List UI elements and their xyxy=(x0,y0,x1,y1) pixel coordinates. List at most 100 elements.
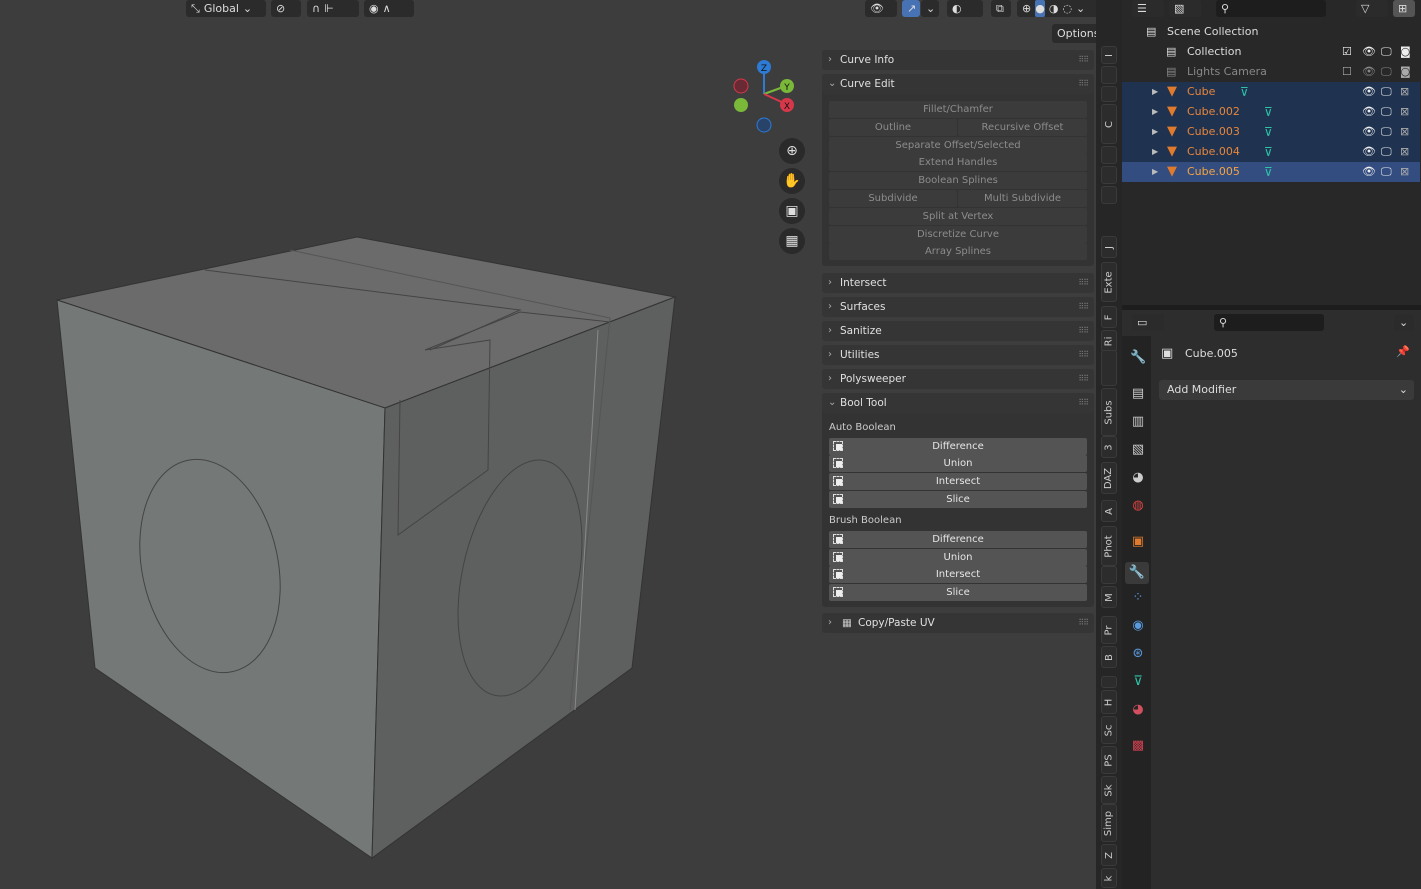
sidebar-tab[interactable]: H xyxy=(1101,690,1117,714)
sidebar-tab[interactable] xyxy=(1101,86,1117,102)
panel-curve-info[interactable]: ›Curve Info⠿⠿ xyxy=(822,50,1094,70)
auto-intersect-button[interactable]: Intersect xyxy=(829,473,1087,490)
extend-handles-button[interactable]: Extend Handles xyxy=(829,154,1087,171)
tool-icon[interactable]: 🔧 xyxy=(1130,350,1146,366)
outliner-object-row[interactable]: ▶▼Cube.003⊽👁🖵⊠ xyxy=(1122,122,1420,142)
sidebar-tab[interactable]: B xyxy=(1101,646,1117,668)
eye-icon[interactable]: 👁 xyxy=(1362,122,1376,142)
drag-grip-icon[interactable]: ⠿⠿ xyxy=(1078,369,1088,389)
expand-arrow-icon[interactable]: ▶ xyxy=(1152,162,1158,182)
sidebar-tab[interactable]: Simp xyxy=(1101,804,1117,842)
camera-icon[interactable]: ◙ xyxy=(1400,62,1411,82)
overlay-toggle[interactable]: ◐ xyxy=(947,0,983,17)
visibility-dropdown[interactable]: 👁 xyxy=(865,0,897,17)
editor-type-dropdown[interactable]: ▭ xyxy=(1132,314,1164,331)
physics-icon[interactable]: ◉ xyxy=(1130,618,1146,634)
array-splines-button[interactable]: Array Splines xyxy=(829,243,1087,260)
eye-icon[interactable]: 👁 xyxy=(1362,102,1376,122)
gizmo-dropdown[interactable]: ⌄ xyxy=(921,0,939,17)
drag-grip-icon[interactable]: ⠿⠿ xyxy=(1078,50,1088,70)
proportional-edit[interactable]: ◉∧ xyxy=(364,0,414,17)
drag-grip-icon[interactable]: ⠿⠿ xyxy=(1078,321,1088,341)
properties-search-input[interactable]: ⚲ xyxy=(1214,314,1324,331)
sidebar-tab[interactable]: DAZ xyxy=(1101,462,1117,494)
panel-curve-edit-header[interactable]: ⌄Curve Edit⠿⠿ xyxy=(822,74,1094,94)
brush-intersect-button[interactable]: Intersect xyxy=(829,566,1087,583)
auto-slice-button[interactable]: Slice xyxy=(829,491,1087,508)
mesh-data-icon[interactable]: ⊽ xyxy=(1130,674,1146,690)
sidebar-tab[interactable] xyxy=(1101,66,1117,84)
monitor-icon[interactable]: 🖵 xyxy=(1381,162,1392,182)
add-modifier-dropdown[interactable]: Add Modifier⌄ xyxy=(1159,380,1414,400)
gizmo-toggle[interactable]: ↗ xyxy=(902,0,920,17)
output-icon[interactable]: ▥ xyxy=(1130,414,1146,430)
mesh-data-icon[interactable]: ⊽ xyxy=(1240,82,1249,102)
outliner-object-row[interactable]: ▶▼Cube.002⊽👁🖵⊠ xyxy=(1122,102,1420,122)
material-shading-icon[interactable]: ◑ xyxy=(1049,0,1059,17)
sidebar-tab[interactable] xyxy=(1101,186,1117,204)
panel-intersect[interactable]: ›Intersect⠿⠿ xyxy=(822,273,1094,293)
eye-icon[interactable]: 👁 xyxy=(1362,82,1376,102)
navigation-gizmo[interactable]: Z Y X xyxy=(728,56,800,136)
snap-toggle[interactable]: ∩⊩ xyxy=(307,0,359,17)
modifier-wrench-icon[interactable]: 🔧 xyxy=(1125,562,1149,584)
pivot-dropdown[interactable]: ⊘ xyxy=(271,0,301,17)
mesh-data-icon[interactable]: ⊽ xyxy=(1264,142,1273,162)
panel-surfaces[interactable]: ›Surfaces⠿⠿ xyxy=(822,297,1094,317)
boolean-splines-button[interactable]: Boolean Splines xyxy=(829,172,1087,189)
options-chevron[interactable]: ⌄ xyxy=(1394,314,1414,331)
view-layer-icon[interactable]: ▧ xyxy=(1130,442,1146,458)
scene-icon[interactable]: ◕ xyxy=(1130,470,1146,486)
panel-copy-paste-uv[interactable]: ›▦Copy/Paste UV⠿⠿ xyxy=(822,613,1094,633)
separate-offset-button[interactable]: Separate Offset/Selected xyxy=(829,137,1087,154)
monitor-icon[interactable]: 🖵 xyxy=(1381,62,1392,82)
material-icon[interactable]: ◕ xyxy=(1130,702,1146,718)
sidebar-tab[interactable]: k xyxy=(1101,868,1117,888)
eye-icon[interactable]: 👁 xyxy=(1362,162,1376,182)
sidebar-tab[interactable]: Ri xyxy=(1101,330,1117,352)
outliner-object-row[interactable]: ▶▼Cube.005⊽👁🖵⊠ xyxy=(1122,162,1420,182)
sidebar-tab[interactable]: Subs xyxy=(1101,388,1117,436)
constraints-icon[interactable]: ⊛ xyxy=(1130,646,1146,662)
sidebar-tab[interactable]: Sk xyxy=(1101,776,1117,804)
particles-icon[interactable]: ⁘ xyxy=(1130,590,1146,606)
camera-disabled-icon[interactable]: ⊠ xyxy=(1400,122,1409,142)
monitor-icon[interactable]: 🖵 xyxy=(1381,142,1392,162)
expand-arrow-icon[interactable]: ▶ xyxy=(1152,102,1158,122)
display-mode-dropdown[interactable]: ☰ xyxy=(1132,0,1164,17)
camera-disabled-icon[interactable]: ⊠ xyxy=(1400,102,1409,122)
sidebar-tab[interactable]: PS xyxy=(1101,746,1117,774)
drag-grip-icon[interactable]: ⠿⠿ xyxy=(1078,613,1088,633)
sidebar-tab[interactable] xyxy=(1101,166,1117,184)
chevron-down-icon[interactable]: ⌄ xyxy=(1076,0,1085,17)
sidebar-tab[interactable]: M xyxy=(1101,586,1117,608)
grid-perspective-icon[interactable]: ▦ xyxy=(779,228,805,254)
sidebar-tab[interactable]: Pr xyxy=(1101,616,1117,644)
drag-grip-icon[interactable]: ⠿⠿ xyxy=(1078,74,1088,94)
camera-disabled-icon[interactable]: ⊠ xyxy=(1400,162,1409,182)
outliner-search-input[interactable]: ⚲ xyxy=(1216,0,1326,17)
camera-disabled-icon[interactable]: ⊠ xyxy=(1400,142,1409,162)
lights-camera-row[interactable]: ▤Lights Camera☐👁🖵◙ xyxy=(1122,62,1420,82)
panel-bool-tool-header[interactable]: ⌄Bool Tool⠿⠿ xyxy=(822,393,1094,413)
render-icon[interactable]: ▤ xyxy=(1130,386,1146,402)
mesh-data-icon[interactable]: ⊽ xyxy=(1264,162,1273,182)
expand-arrow-icon[interactable]: ▶ xyxy=(1152,82,1158,102)
texture-icon[interactable]: ▩ xyxy=(1130,738,1146,754)
auto-difference-button[interactable]: Difference xyxy=(829,438,1087,455)
brush-slice-button[interactable]: Slice xyxy=(829,584,1087,601)
monitor-icon[interactable]: 🖵 xyxy=(1381,42,1392,62)
sidebar-tab[interactable] xyxy=(1101,146,1117,164)
object-icon[interactable]: ▣ xyxy=(1130,534,1146,550)
sidebar-tab[interactable] xyxy=(1101,350,1117,386)
zoom-icon[interactable]: ⊕ xyxy=(779,138,805,164)
xray-toggle[interactable]: ⧉ xyxy=(991,0,1011,17)
panel-utilities[interactable]: ›Utilities⠿⠿ xyxy=(822,345,1094,365)
panel-polysweeper[interactable]: ›Polysweeper⠿⠿ xyxy=(822,369,1094,389)
hand-pan-icon[interactable]: ✋ xyxy=(779,168,805,194)
subdivide-button[interactable]: Subdivide xyxy=(829,190,957,207)
drag-grip-icon[interactable]: ⠿⠿ xyxy=(1078,273,1088,293)
outline-button[interactable]: Outline xyxy=(829,119,957,136)
mesh-data-icon[interactable]: ⊽ xyxy=(1264,102,1273,122)
world-icon[interactable]: ◍ xyxy=(1130,498,1146,514)
